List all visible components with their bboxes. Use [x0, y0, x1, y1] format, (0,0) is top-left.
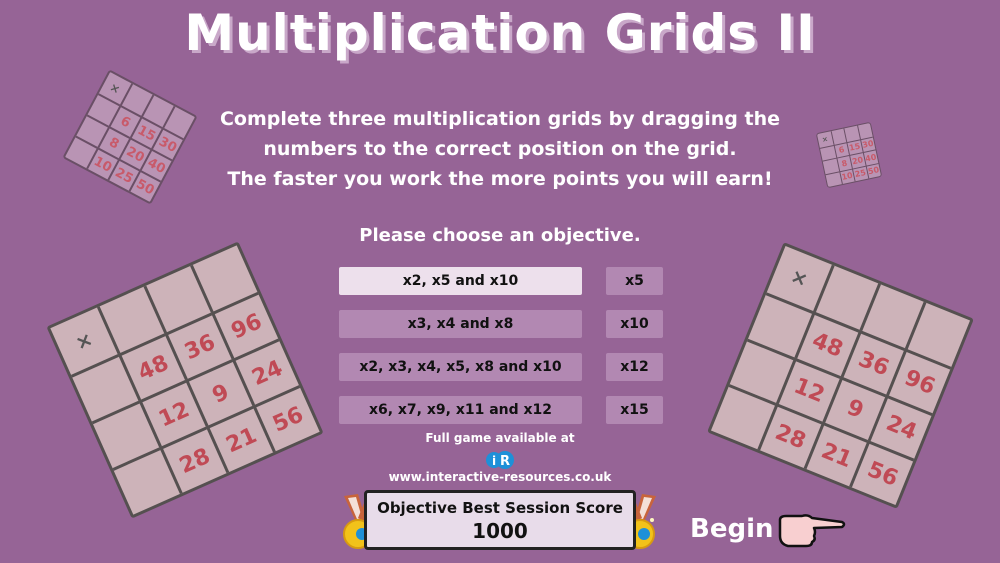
svg-text:i: i: [492, 454, 496, 468]
multiplier-label: x12: [620, 359, 649, 375]
instructions-line-1: Complete three multiplication grids by d…: [219, 108, 781, 130]
objective-label: x3, x4 and x8: [407, 316, 514, 332]
decor-grid-large-left: × 48 36 96 12 9 24 28 21 56: [46, 241, 324, 519]
score-label: Objective Best Session Score: [377, 499, 623, 517]
svg-text:R: R: [500, 454, 510, 469]
objective-button-2[interactable]: x3, x4 and x8: [339, 310, 582, 338]
objective-label: x6, x7, x9, x11 and x12: [368, 402, 553, 418]
multiplier-label: x15: [620, 402, 649, 418]
grid-cell: 50: [865, 162, 882, 179]
objective-prompt: Please choose an objective.: [359, 225, 641, 246]
instructions: Complete three multiplication grids by d…: [180, 104, 820, 194]
objective-label: x2, x5 and x10: [402, 273, 519, 289]
multiplier-button-2[interactable]: x10: [606, 310, 663, 338]
begin-button[interactable]: Begin: [690, 514, 773, 544]
best-score-panel: Objective Best Session Score 1000: [364, 490, 636, 550]
objective-button-3[interactable]: x2, x3, x4, x5, x8 and x10: [339, 353, 582, 381]
multiplier-label: x10: [620, 316, 649, 332]
promo-url-link[interactable]: www.interactive-resources.co.uk: [380, 470, 620, 484]
instructions-line-3: The faster you work the more points you …: [227, 168, 773, 190]
decor-grid-small-right: × 6 15 30 8 20 40 10 25 50: [815, 121, 883, 189]
decor-grid-small-left: × 6 15 30 8 20 40 10 25 50: [62, 69, 198, 205]
ir-logo-icon[interactable]: i R: [485, 450, 515, 470]
decor-grid-large-right: × 48 36 96 12 9 24 28 21 56: [706, 241, 974, 509]
instructions-line-2: numbers to the correct position on the g…: [263, 138, 737, 160]
page-title: Multiplication Grids II: [184, 4, 816, 62]
multiplier-label: x5: [625, 273, 644, 289]
objective-button-4[interactable]: x6, x7, x9, x11 and x12: [339, 396, 582, 424]
multiplier-button-4[interactable]: x15: [606, 396, 663, 424]
objective-label: x2, x3, x4, x5, x8 and x10: [359, 359, 562, 375]
pointing-hand-icon[interactable]: [776, 512, 848, 548]
multiplier-button-1[interactable]: x5: [606, 267, 663, 295]
promo-text: Full game available at: [425, 431, 575, 445]
score-value: 1000: [472, 519, 528, 543]
multiplier-button-3[interactable]: x12: [606, 353, 663, 381]
objective-button-1[interactable]: x2, x5 and x10: [339, 267, 582, 295]
